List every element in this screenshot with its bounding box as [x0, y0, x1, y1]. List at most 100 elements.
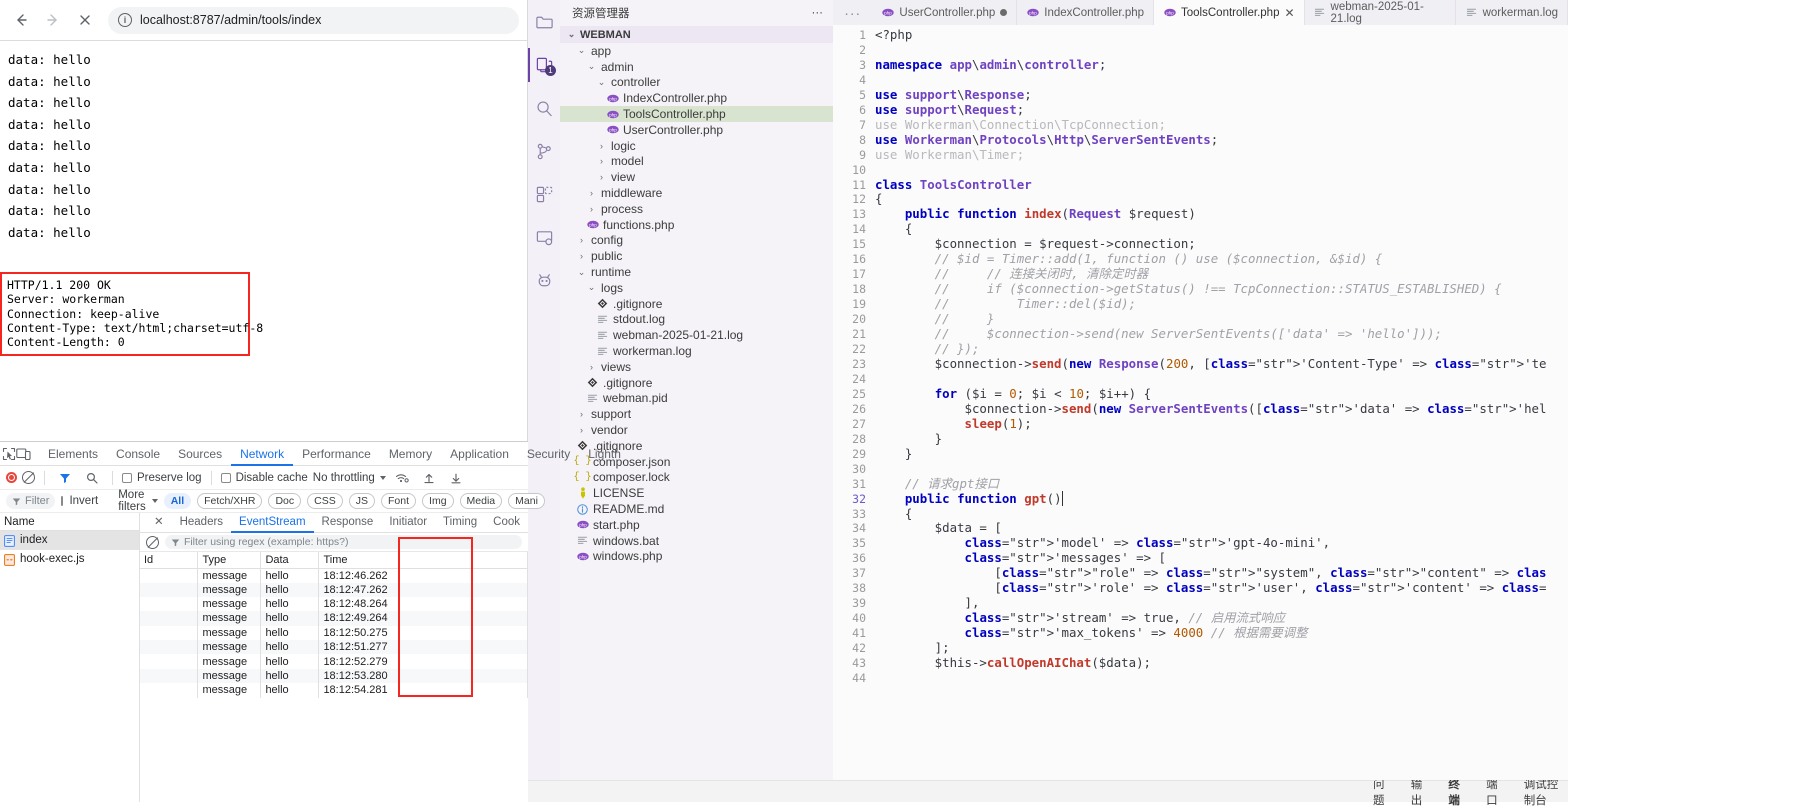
panel-tab-problems[interactable]: 问题	[1373, 776, 1391, 808]
code-content[interactable]: <?php namespace app\admin\controller; us…	[875, 25, 1547, 780]
devtools-tab-memory[interactable]: Memory	[380, 442, 441, 466]
back-button[interactable]	[8, 7, 34, 33]
throttling-select[interactable]: No throttling	[313, 472, 375, 484]
devtools-tab-performance[interactable]: Performance	[293, 442, 380, 466]
network-row-hook-exec[interactable]: hook-exec.js	[0, 550, 139, 569]
tree-folder[interactable]: › config	[560, 233, 833, 249]
filter-chip-css[interactable]: CSS	[307, 493, 343, 509]
detail-tab-cookies[interactable]: Cook	[485, 513, 528, 533]
col-id[interactable]: Id	[139, 552, 199, 569]
table-row[interactable]: message hello 18:12:50.275	[139, 625, 528, 641]
filter-chip-all[interactable]: All	[163, 493, 192, 509]
tree-file[interactable]: webman-2025-01-21.log	[560, 327, 833, 343]
tree-file[interactable]: .gitignore	[560, 375, 833, 391]
close-detail-icon[interactable]: ✕	[146, 513, 172, 533]
panel-tab-output[interactable]: 输出	[1411, 776, 1429, 808]
table-row[interactable]: message hello 18:12:49.264	[139, 611, 528, 626]
col-time[interactable]: Time	[318, 552, 528, 569]
tree-folder[interactable]: ⌄ logs	[560, 280, 833, 296]
detail-tab-initiator[interactable]: Initiator	[381, 513, 435, 533]
explorer-root-row[interactable]: ⌄ WEBMAN	[560, 26, 833, 43]
detail-tab-response[interactable]: Response	[314, 513, 382, 533]
network-filter-input[interactable]: Filter	[6, 493, 56, 509]
tree-folder[interactable]: ⌄ app	[560, 43, 833, 59]
tree-file[interactable]: php ToolsController.php	[560, 106, 833, 122]
tree-folder[interactable]: › model	[560, 154, 833, 170]
inspect-element-icon[interactable]	[2, 444, 16, 464]
table-row[interactable]: message hello 18:12:52.279	[139, 654, 528, 669]
invert-checkbox[interactable]	[61, 496, 64, 506]
branch-icon[interactable]	[528, 134, 560, 168]
tree-file[interactable]: README.md	[560, 501, 833, 517]
search-icon[interactable]	[81, 468, 103, 488]
table-row[interactable]: message hello 18:12:53.280	[139, 668, 528, 684]
record-network-icon[interactable]	[6, 472, 17, 483]
site-info-icon[interactable]: i	[118, 13, 132, 27]
remote-explorer-icon[interactable]	[528, 220, 560, 254]
table-row[interactable]: message hello 18:12:48.264	[139, 596, 528, 612]
panel-tab-ports[interactable]: 端口	[1486, 776, 1504, 808]
tree-file[interactable]: { } composer.lock	[560, 470, 833, 486]
device-toolbar-icon[interactable]	[16, 444, 31, 464]
minimap[interactable]	[1547, 25, 1568, 780]
tree-file[interactable]: php windows.php	[560, 549, 833, 565]
source-control-icon[interactable]: 1	[528, 48, 560, 82]
devtools-tab-network[interactable]: Network	[231, 442, 294, 466]
tree-folder[interactable]: › vendor	[560, 422, 833, 438]
chevron-down-icon[interactable]	[151, 499, 158, 503]
extensions-icon[interactable]	[528, 177, 560, 211]
devtools-tab-elements[interactable]: Elements	[39, 442, 107, 466]
tree-folder[interactable]: ⌄ controller	[560, 75, 833, 91]
more-filters-button[interactable]: More filters	[118, 489, 145, 513]
table-row[interactable]: message hello 18:12:51.277	[139, 640, 528, 655]
tree-file[interactable]: php IndexController.php	[560, 90, 833, 106]
explorer-icon[interactable]	[528, 5, 560, 39]
forward-button[interactable]	[40, 7, 66, 33]
address-bar[interactable]: i localhost:8787/admin/tools/index	[108, 6, 519, 34]
tree-file[interactable]: LICENSE	[560, 485, 833, 501]
close-tab-icon[interactable]: ✕	[1284, 6, 1294, 20]
tree-folder[interactable]: › logic	[560, 138, 833, 154]
import-har-icon[interactable]	[418, 468, 440, 488]
code-editor[interactable]: 1 2 3 4 5 6 7 8 9 10 11 12 13 14 15 16 17 18 19 20 21 22 23 24 2…	[833, 25, 1568, 780]
col-data[interactable]: Data	[260, 552, 320, 569]
explorer-more-icon[interactable]: ···	[812, 7, 824, 19]
filter-chip-fetchxhr[interactable]: Fetch/XHR	[197, 493, 263, 509]
tree-file[interactable]: php start.php	[560, 517, 833, 533]
clear-eventstream-icon[interactable]	[145, 535, 159, 549]
tree-file[interactable]: php UserController.php	[560, 122, 833, 138]
codegeex-icon[interactable]	[528, 263, 560, 297]
tree-file[interactable]: webman.pid	[560, 391, 833, 407]
filter-toggle-icon[interactable]	[54, 468, 76, 488]
table-row[interactable]: message hello 18:12:54.281	[139, 683, 528, 698]
table-row[interactable]: message hello 18:12:47.262	[139, 582, 528, 597]
devtools-tab-console[interactable]: Console	[107, 442, 169, 466]
tree-file[interactable]: php functions.php	[560, 217, 833, 233]
devtools-tab-lighthouse[interactable]: Lighth	[579, 442, 630, 466]
editor-tab[interactable]: php ToolsController.php ✕	[1154, 0, 1305, 25]
editor-tab[interactable]: php UserController.php	[872, 0, 1018, 25]
detail-tab-eventstream[interactable]: EventStream	[231, 513, 314, 533]
disable-cache-checkbox[interactable]	[220, 472, 231, 483]
editor-tab[interactable]: webman-2025-01-21.log	[1304, 0, 1456, 25]
tree-folder[interactable]: › process	[560, 201, 833, 217]
editor-tab[interactable]: php IndexController.php	[1017, 0, 1155, 25]
devtools-tab-application[interactable]: Application	[441, 442, 518, 466]
panel-tab-terminal[interactable]: 终端	[1448, 776, 1466, 808]
table-row[interactable]: message hello 18:12:46.262	[139, 568, 528, 583]
panel-tab-debug-console[interactable]: 调试控制台	[1524, 776, 1568, 808]
devtools-tab-security[interactable]: Security	[518, 442, 579, 466]
tree-folder[interactable]: › public	[560, 248, 833, 264]
tree-file[interactable]: workerman.log	[560, 343, 833, 359]
chevron-down-icon[interactable]	[379, 475, 386, 480]
tree-folder[interactable]: › views	[560, 359, 833, 375]
detail-tab-timing[interactable]: Timing	[435, 513, 485, 533]
tree-folder[interactable]: › support	[560, 406, 833, 422]
tab-overflow-icon[interactable]: ···	[833, 5, 872, 21]
col-type[interactable]: Type	[197, 552, 262, 569]
editor-tab[interactable]: workerman.log	[1455, 0, 1568, 25]
tree-folder[interactable]: ⌄ runtime	[560, 264, 833, 280]
preserve-log-checkbox[interactable]	[122, 472, 132, 483]
filter-chip-manifest[interactable]: Mani	[508, 493, 545, 509]
filter-chip-font[interactable]: Font	[381, 493, 417, 509]
